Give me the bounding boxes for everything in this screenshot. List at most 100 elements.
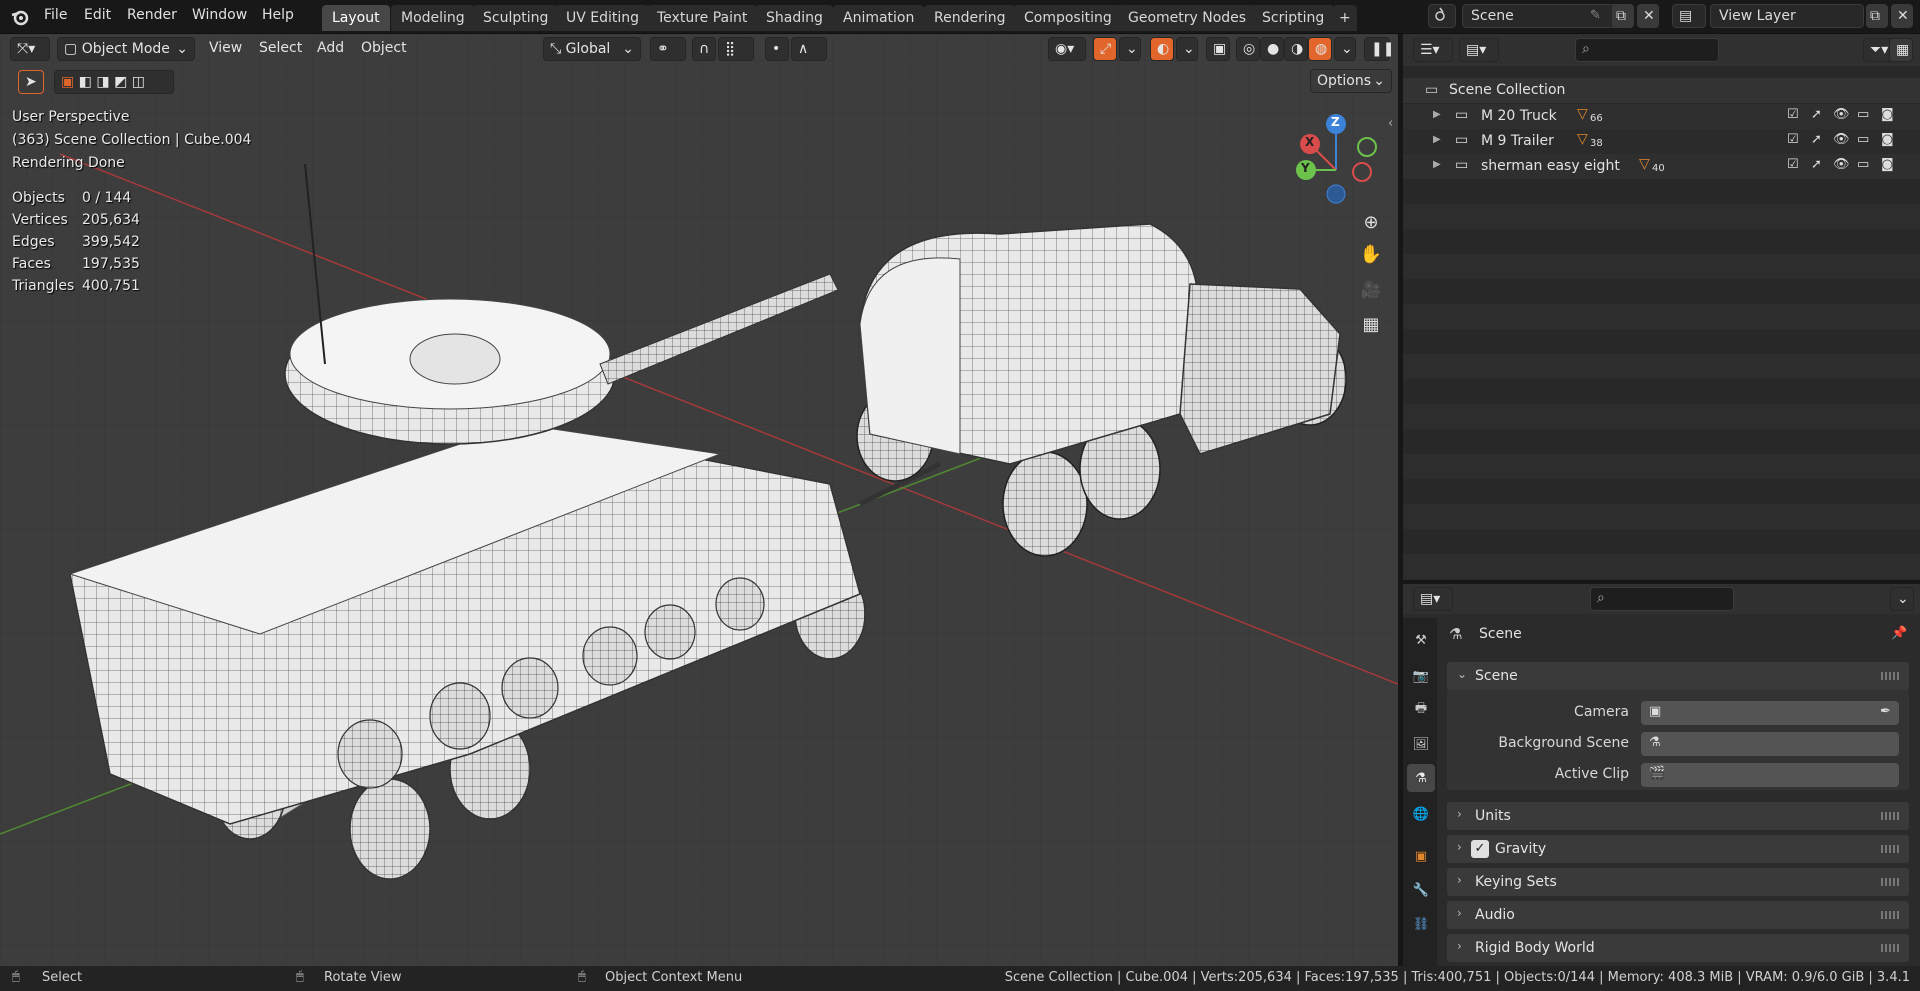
options-dropdown[interactable]: Options ⌄ (1310, 69, 1392, 93)
exclude-checkbox-icon[interactable]: ☑ (1787, 157, 1799, 172)
menu-help[interactable]: Help (262, 7, 294, 23)
expand-arrow-icon[interactable]: ▶ (1433, 134, 1441, 145)
tab-sculpting[interactable]: Sculpting (473, 5, 559, 31)
add-workspace-button[interactable]: + (1333, 5, 1357, 31)
blender-logo-icon[interactable] (10, 7, 30, 27)
pin-icon[interactable]: ✎ (1590, 8, 1601, 23)
tab-compositing[interactable]: Compositing (1014, 5, 1122, 31)
scene-browse-button[interactable] (1428, 4, 1456, 28)
visibility-eye-icon[interactable]: 👁 (1833, 107, 1850, 122)
select-new-icon[interactable]: ▣ (61, 74, 74, 90)
tab-render-icon[interactable]: 📷 (1407, 662, 1435, 690)
viewport-monitor-icon[interactable]: ▭ (1857, 107, 1869, 122)
exclude-checkbox-icon[interactable]: ☑ (1787, 107, 1799, 122)
solid-shading-button[interactable]: ● (1260, 37, 1284, 61)
snap-toggle[interactable]: ∩ (692, 37, 716, 61)
outliner-row-m20-truck[interactable]: ▶ ▭ M 20 Truck ▽ 66 ☑ ➚ 👁 ▭ ◙ (1403, 104, 1920, 129)
pause-render-button[interactable]: ❚❚ (1364, 37, 1394, 61)
properties-search-input[interactable]: ⌕ (1590, 587, 1734, 611)
sidebar-toggle-chevron-icon[interactable]: ‹ (1388, 116, 1393, 131)
camera-view-icon[interactable]: 🎥 (1356, 280, 1386, 310)
select-subtract-icon[interactable]: ◨ (96, 74, 109, 90)
gizmo-toggle[interactable]: ⤢ (1093, 37, 1117, 61)
shading-dropdown[interactable]: ⌄ (1334, 37, 1356, 61)
tab-world-icon[interactable]: 🌐 (1407, 800, 1435, 828)
scene-name-field[interactable]: Scene (1462, 4, 1628, 28)
drag-grip-icon[interactable] (1881, 845, 1899, 853)
tab-rendering[interactable]: Rendering (924, 5, 1016, 31)
properties-options-dropdown[interactable]: ⌄ (1890, 587, 1914, 611)
tab-view-layer-icon[interactable]: 🖼 (1407, 730, 1435, 758)
tab-modifiers-wrench-icon[interactable]: 🔧 (1407, 876, 1435, 904)
panel-scene[interactable]: ⌄ Scene (1447, 662, 1909, 690)
menu-window[interactable]: Window (192, 7, 247, 23)
viewport-monitor-icon[interactable]: ▭ (1857, 157, 1869, 172)
menu-render[interactable]: Render (127, 7, 177, 23)
tab-tool-icon[interactable]: ⚒ (1407, 626, 1435, 654)
visibility-eye-icon[interactable]: 👁 (1833, 157, 1850, 172)
gravity-checkbox[interactable]: ✓ (1471, 840, 1489, 858)
visibility-dropdown[interactable]: ◉▾ (1048, 37, 1086, 61)
drag-grip-icon[interactable] (1881, 911, 1899, 919)
tab-animation[interactable]: Animation (833, 5, 925, 31)
menu-object[interactable]: Object (361, 40, 407, 56)
outliner-row-sherman[interactable]: ▶ ▭ sherman easy eight ▽ 40 ☑ ➚ 👁 ▭ ◙ (1403, 154, 1920, 179)
snap-target-button[interactable]: ⣿ (718, 37, 754, 61)
background-scene-field[interactable]: ⚗ (1641, 732, 1899, 756)
tab-layout[interactable]: Layout (322, 5, 390, 31)
xray-toggle[interactable]: ▣ (1206, 37, 1230, 61)
tab-constraints-icon[interactable]: ⛓ (1407, 910, 1435, 938)
transform-orientation-dropdown[interactable]: ⤡ Global ⌄ (543, 37, 641, 61)
panel-gravity[interactable]: › ✓ Gravity (1447, 835, 1909, 863)
new-scene-button[interactable]: ⧉ (1612, 4, 1634, 28)
editor-type-button[interactable]: ⤧▾ (10, 37, 50, 61)
menu-view[interactable]: View (209, 40, 242, 56)
selectable-arrow-icon[interactable]: ➚ (1811, 132, 1822, 147)
outliner-row-scene-collection[interactable]: ▭ Scene Collection (1403, 78, 1920, 103)
expand-arrow-icon[interactable]: ▶ (1433, 159, 1441, 170)
overlays-dropdown[interactable]: ⌄ (1176, 37, 1198, 61)
gizmo-x-label[interactable]: X (1305, 135, 1314, 149)
tab-uv-editing[interactable]: UV Editing (556, 5, 650, 31)
selectable-arrow-icon[interactable]: ➚ (1811, 107, 1822, 122)
select-extend-icon[interactable]: ◧ (79, 74, 92, 90)
pan-hand-icon[interactable]: ✋ (1356, 244, 1386, 274)
viewport-monitor-icon[interactable]: ▭ (1857, 132, 1869, 147)
ortho-grid-icon[interactable]: ▦ (1356, 314, 1386, 344)
tab-shading[interactable]: Shading (756, 5, 833, 31)
tab-scene-icon[interactable]: ⚗ (1407, 764, 1435, 792)
panel-keying-sets[interactable]: › Keying Sets (1447, 868, 1909, 896)
render-camera-icon[interactable]: ◙ (1881, 157, 1894, 172)
panel-audio[interactable]: › Audio (1447, 901, 1909, 929)
new-view-layer-button[interactable]: ⧉ (1866, 4, 1888, 28)
panel-units[interactable]: › Units (1447, 802, 1909, 830)
outliner-row-m9-trailer[interactable]: ▶ ▭ M 9 Trailer ▽ 38 ☑ ➚ 👁 ▭ ◙ (1403, 129, 1920, 154)
select-tool-button[interactable]: ➤ (18, 70, 44, 94)
drag-grip-icon[interactable] (1881, 672, 1899, 680)
outliner-editor-type-button[interactable]: ☰▾ (1413, 38, 1453, 62)
tab-object-icon[interactable]: ▣ (1407, 842, 1435, 870)
expand-arrow-icon[interactable]: ▶ (1433, 109, 1441, 120)
selection-mode-group[interactable]: ▣ ◧ ◨ ◩ ◫ (54, 70, 174, 94)
select-invert-icon[interactable]: ◩ (114, 74, 127, 90)
menu-add[interactable]: Add (317, 40, 344, 56)
gizmo-y-label[interactable]: Y (1301, 161, 1310, 175)
gizmo-z-label[interactable]: Z (1331, 115, 1340, 129)
pivot-point-button[interactable]: ⚭ (650, 37, 686, 61)
overlays-toggle[interactable]: ◐ (1150, 37, 1174, 61)
select-intersect-icon[interactable]: ◫ (132, 74, 145, 90)
render-camera-icon[interactable]: ◙ (1881, 107, 1894, 122)
visibility-eye-icon[interactable]: 👁 (1833, 132, 1850, 147)
tab-texture-paint[interactable]: Texture Paint (647, 5, 758, 31)
menu-edit[interactable]: Edit (84, 7, 111, 23)
gizmo-dropdown[interactable]: ⌄ (1119, 37, 1141, 61)
tab-output-icon[interactable]: 🖶 (1407, 696, 1435, 724)
render-camera-icon[interactable]: ◙ (1881, 132, 1894, 147)
delete-view-layer-button[interactable]: ✕ (1891, 4, 1913, 28)
delete-scene-button[interactable]: ✕ (1637, 4, 1659, 28)
tab-geometry-nodes[interactable]: Geometry Nodes (1118, 5, 1257, 31)
menu-select[interactable]: Select (259, 40, 302, 56)
rendered-shading-button[interactable]: ◍ (1308, 37, 1332, 61)
drag-grip-icon[interactable] (1881, 944, 1899, 952)
menu-file[interactable]: File (44, 7, 67, 23)
